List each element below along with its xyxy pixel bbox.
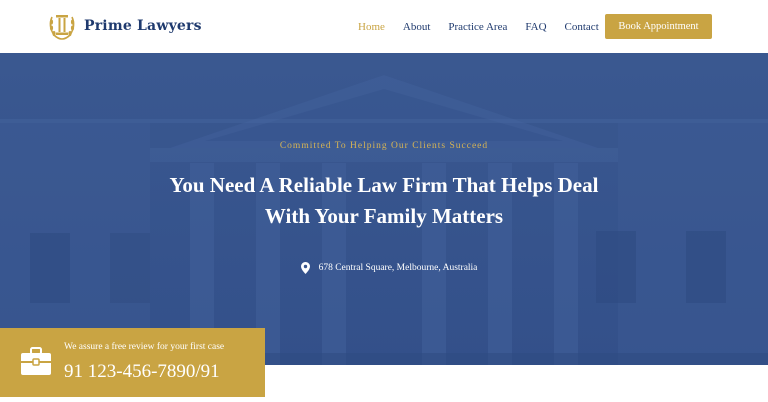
nav-item-home[interactable]: Home: [358, 21, 385, 33]
brand-name: Prime Lawyers: [84, 18, 202, 34]
hero-title: You Need A Reliable Law Firm That Helps …: [134, 170, 634, 232]
free-review-label: We assure a free review for your first c…: [64, 342, 225, 352]
main-nav: Home About Practice Area FAQ Contact: [358, 0, 617, 53]
logo[interactable]: Prime Lawyers: [46, 11, 202, 41]
nav-item-contact[interactable]: Contact: [565, 21, 599, 33]
column-laurel-icon: [49, 15, 75, 40]
hero-title-line-2: With Your Family Matters: [264, 204, 504, 228]
free-review-card: We assure a free review for your first c…: [0, 328, 265, 397]
briefcase-icon: [21, 347, 51, 375]
hero-section: Committed To Helping Our Clients Succeed…: [0, 53, 768, 365]
book-appointment-button[interactable]: Book Appointment: [605, 14, 712, 39]
hero-address: 678 Central Square, Melbourne, Australia: [0, 262, 768, 274]
hero-title-line-1: You Need A Reliable Law Firm That Helps …: [169, 173, 599, 197]
site-header: Prime Lawyers Home About Practice Area F…: [0, 0, 768, 53]
hero-eyebrow: Committed To Helping Our Clients Succeed: [279, 141, 489, 151]
address-text: 678 Central Square, Melbourne, Australia: [318, 263, 478, 273]
nav-item-practice-area[interactable]: Practice Area: [448, 21, 507, 33]
nav-item-about[interactable]: About: [403, 21, 431, 33]
nav-item-faq[interactable]: FAQ: [525, 21, 546, 33]
phone-number[interactable]: 91 123-456-7890/91: [64, 361, 220, 383]
map-pin-icon: [300, 262, 310, 274]
